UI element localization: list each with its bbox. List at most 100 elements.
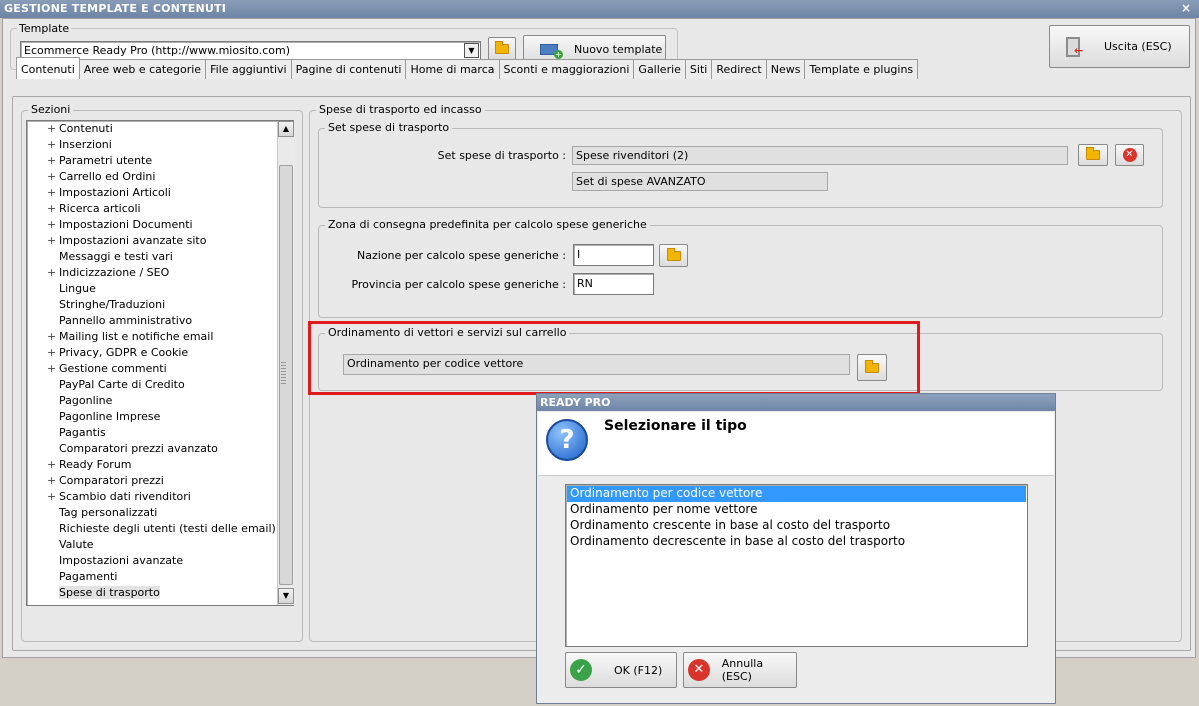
tab-home-marca[interactable]: Home di marca: [405, 59, 500, 79]
list-item[interactable]: Ordinamento per nome vettore: [567, 502, 1026, 518]
expand-plus-icon[interactable]: +: [47, 234, 59, 247]
close-icon[interactable]: ×: [1181, 1, 1191, 15]
template-select[interactable]: Ecommerce Ready Pro (http://www.miosito.…: [20, 41, 481, 60]
template-select-value: Ecommerce Ready Pro (http://www.miosito.…: [24, 44, 290, 57]
tree-item[interactable]: Impostazioni avanzate: [47, 554, 183, 570]
tab-redirect[interactable]: Redirect: [711, 59, 767, 79]
tab-template-plugins[interactable]: Template e plugins: [804, 59, 919, 79]
delete-icon: ✕: [1122, 148, 1137, 162]
tree-item-label: Privacy, GDPR e Cookie: [59, 346, 189, 359]
tree-item[interactable]: + Scambio dati rivenditori: [47, 490, 191, 506]
tree-item-label: Scambio dati rivenditori: [59, 490, 191, 503]
tab-aree-web[interactable]: Aree web e categorie: [78, 59, 207, 79]
expand-plus-icon[interactable]: +: [47, 218, 59, 231]
tree-item[interactable]: + Contenuti: [47, 122, 113, 138]
tree-item-label: Mailing list e notifiche email: [59, 330, 214, 343]
tree-item[interactable]: Valute: [47, 538, 94, 554]
tree-item[interactable]: + Gestione commenti: [47, 362, 167, 378]
tab-contenuti[interactable]: Contenuti: [16, 57, 80, 79]
tree-item-label: Impostazioni Articoli: [59, 186, 171, 199]
select-type-dialog: READY PRO ? Selezionare il tipo Ordiname…: [536, 393, 1056, 704]
list-item[interactable]: Ordinamento crescente in base al costo d…: [567, 518, 1026, 534]
chevron-down-icon[interactable]: ▼: [464, 43, 479, 58]
exit-button[interactable]: ← Uscita (ESC): [1049, 25, 1190, 68]
template-browse-button[interactable]: [488, 37, 516, 61]
tree-item[interactable]: + Impostazioni Articoli: [47, 186, 171, 202]
cancel-button[interactable]: ✕ Annulla (ESC): [683, 652, 797, 688]
expand-plus-icon[interactable]: +: [47, 202, 59, 215]
tree-item-label: Lingue: [59, 282, 96, 295]
tree-item-label: Impostazioni avanzate: [59, 554, 184, 567]
sections-tree[interactable]: + Contenuti + Inserzioni + Parametri utente + C…: [26, 120, 294, 606]
province-input[interactable]: RN: [573, 273, 654, 295]
expand-plus-icon[interactable]: +: [47, 138, 59, 151]
set-spese-clear-button[interactable]: ✕: [1115, 144, 1144, 166]
nation-input[interactable]: I: [573, 244, 654, 266]
tree-item[interactable]: PayPal Carte di Credito: [47, 378, 185, 394]
tree-item[interactable]: + Mailing list e notifiche email: [47, 330, 213, 346]
scroll-down-icon[interactable]: ▼: [278, 588, 294, 604]
expand-plus-icon[interactable]: +: [47, 266, 59, 279]
tree-item[interactable]: Messaggi e testi vari: [47, 250, 173, 266]
expand-plus-icon[interactable]: +: [47, 122, 59, 135]
nation-browse-button[interactable]: [659, 244, 688, 267]
splitter-grip[interactable]: [281, 362, 286, 386]
tree-item-label: Richieste degli utenti (testi delle emai…: [59, 522, 276, 535]
expand-plus-icon[interactable]: +: [47, 490, 59, 503]
list-item[interactable]: Ordinamento decrescente in base al costo…: [567, 534, 1026, 550]
tree-item-label: Parametri utente: [59, 154, 153, 167]
set-spese-type: Set di spese AVANZATO: [572, 172, 828, 191]
list-item[interactable]: Ordinamento per codice vettore: [567, 486, 1026, 502]
expand-plus-icon[interactable]: +: [47, 346, 59, 359]
highlight-rectangle: [308, 321, 920, 395]
tree-item[interactable]: + Parametri utente: [47, 154, 152, 170]
scroll-up-icon[interactable]: ▲: [278, 121, 294, 137]
expand-plus-icon[interactable]: +: [47, 330, 59, 343]
tree-item-label: Pagonline Imprese: [59, 410, 161, 423]
tab-pagine-contenuti[interactable]: Pagine di contenuti: [290, 59, 407, 79]
tree-item[interactable]: Tag personalizzati: [47, 506, 157, 522]
tree-item[interactable]: Richieste degli utenti (testi delle emai…: [47, 522, 276, 538]
expand-plus-icon[interactable]: +: [47, 474, 59, 487]
province-value: RN: [577, 277, 593, 290]
folder-icon: [495, 41, 509, 54]
expand-plus-icon[interactable]: +: [47, 362, 59, 375]
tree-item[interactable]: + Impostazioni Documenti: [47, 218, 193, 234]
expand-plus-icon[interactable]: +: [47, 170, 59, 183]
tab-news[interactable]: News: [765, 59, 806, 79]
tree-item[interactable]: + Ricerca articoli: [47, 202, 141, 218]
tree-item-label: Pagantis: [59, 426, 106, 439]
set-spese-value: Spese rivenditori (2): [572, 146, 1068, 165]
tree-item[interactable]: + Impostazioni avanzate sito: [47, 234, 206, 250]
tree-item[interactable]: + Indicizzazione / SEO: [47, 266, 169, 282]
tab-bar: Contenuti Aree web e categorie File aggi…: [16, 57, 919, 79]
tree-item[interactable]: + Inserzioni: [47, 138, 112, 154]
tree-item[interactable]: + Comparatori prezzi: [47, 474, 164, 490]
tree-item[interactable]: + Carrello ed Ordini: [47, 170, 155, 186]
tab-file-aggiuntivi[interactable]: File aggiuntivi: [205, 59, 292, 79]
tree-item[interactable]: Lingue: [47, 282, 96, 298]
tree-item[interactable]: Spese di trasporto: [47, 586, 160, 602]
tree-item[interactable]: Pagonline Imprese: [47, 410, 160, 426]
expand-plus-icon[interactable]: +: [47, 186, 59, 199]
tab-sconti[interactable]: Sconti e maggiorazioni: [498, 59, 635, 79]
tree-item[interactable]: Comparatori prezzi avanzato: [47, 442, 218, 458]
ok-button[interactable]: ✓ OK (F12): [565, 652, 677, 688]
tree-item-label: Gestione commenti: [59, 362, 167, 375]
tree-item-label: Pagamenti: [59, 570, 118, 583]
tree-item[interactable]: Stringhe/Traduzioni: [47, 298, 165, 314]
type-listbox[interactable]: Ordinamento per codice vettore Ordinamen…: [565, 484, 1028, 647]
tree-item[interactable]: Pannello amministrativo: [47, 314, 192, 330]
tree-item[interactable]: + Privacy, GDPR e Cookie: [47, 346, 188, 362]
tree-item[interactable]: + Ready Forum: [47, 458, 132, 474]
tree-item[interactable]: Pagantis: [47, 426, 106, 442]
dialog-titlebar: READY PRO: [537, 394, 1055, 411]
tree-item[interactable]: Pagamenti: [47, 570, 117, 586]
expand-plus-icon[interactable]: +: [47, 458, 59, 471]
tree-item[interactable]: Pagonline: [47, 394, 112, 410]
cancel-label: Annulla (ESC): [721, 657, 764, 683]
tab-siti[interactable]: Siti: [684, 59, 713, 79]
tab-gallerie[interactable]: Gallerie: [633, 59, 686, 79]
set-spese-browse-button[interactable]: [1078, 144, 1108, 166]
expand-plus-icon[interactable]: +: [47, 154, 59, 167]
